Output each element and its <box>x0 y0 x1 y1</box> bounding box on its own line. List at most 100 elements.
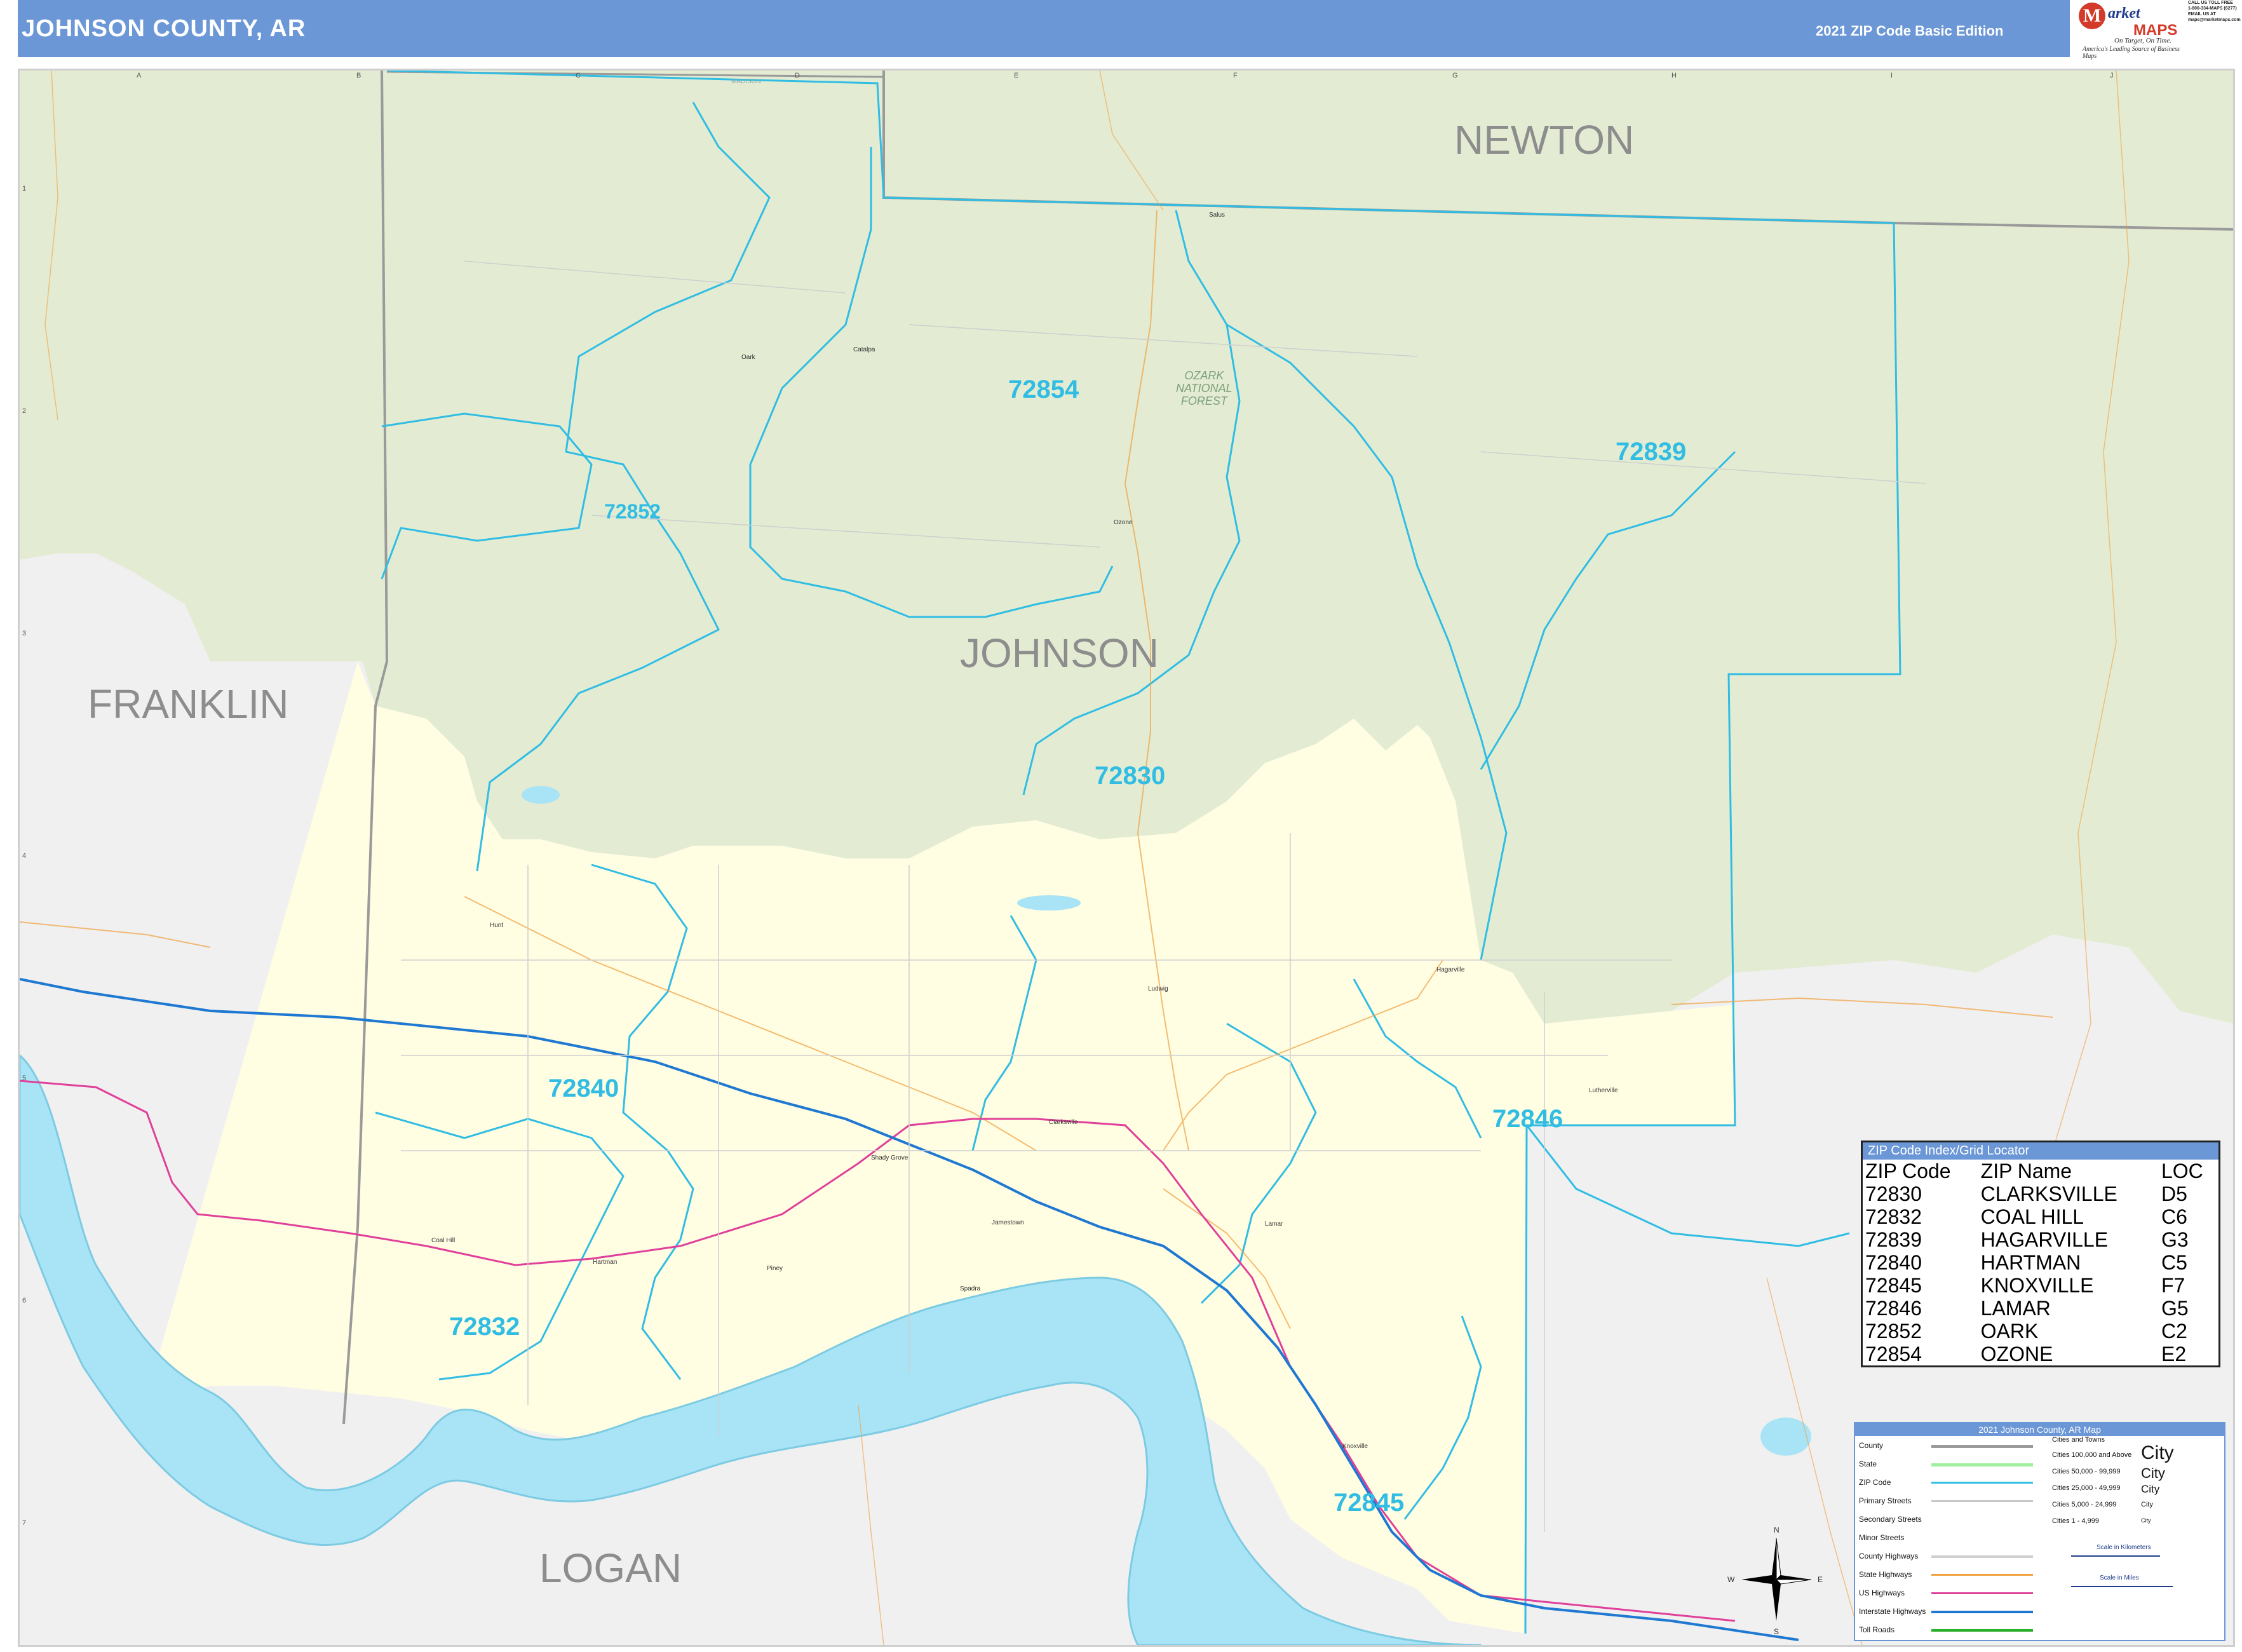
market-maps-logo: M arket MAPS On Target, On Time. America… <box>2070 0 2184 60</box>
place-jamestown: Jamestown <box>992 1219 1024 1226</box>
legend-swatch-interstate <box>1931 1611 2033 1613</box>
grid-col-label: E <box>1014 72 1019 79</box>
compass-rose-icon <box>1741 1538 1812 1621</box>
grid-col-label: G <box>1452 72 1458 79</box>
zip-code-cell: 72852 <box>1865 1320 1922 1343</box>
place-lamar: Lamar <box>1265 1221 1283 1228</box>
grid-row-label: 7 <box>22 1519 27 1527</box>
county-label-newton: NEWTON <box>1454 117 1635 163</box>
zip-loc-cell: G5 <box>2161 1297 2189 1320</box>
legend-swatch-primary <box>1931 1500 2033 1502</box>
zip-loc-cell: F7 <box>2161 1274 2185 1297</box>
forest-label: OZARK NATIONAL FOREST <box>1176 369 1232 407</box>
zip-loc-cell: C2 <box>2161 1320 2187 1343</box>
zip-label-72830: 72830 <box>1095 762 1166 790</box>
zip-label-72839: 72839 <box>1616 438 1687 466</box>
zip-index-title: ZIP Code Index/Grid Locator <box>1863 1142 2218 1160</box>
place-salus: Salus <box>1209 212 1226 219</box>
grid-col-label: D <box>795 72 800 79</box>
logo-subtagline: America's Leading Source of Business Map… <box>2083 46 2180 60</box>
legend-city-sample: City <box>2141 1442 2174 1463</box>
zip-loc-cell: C6 <box>2161 1205 2187 1228</box>
legend-city-class: Cities 100,000 and Above <box>2052 1451 2132 1459</box>
legend-swatch-state <box>1931 1463 2033 1466</box>
legend-item: Toll Roads <box>1859 1625 1895 1634</box>
legend-city-sample: City <box>2141 1465 2165 1481</box>
forest-label-line: NATIONAL <box>1176 382 1232 395</box>
zip-code-cell: 72846 <box>1865 1297 1922 1320</box>
map-legend: 2021 Johnson County, AR Map County State… <box>1854 1422 2225 1641</box>
table-row: 72830 CLARKSVILLE D5 <box>1863 1182 2218 1205</box>
zip-label-72840: 72840 <box>548 1074 619 1102</box>
legend-swatch-state-hwy <box>1931 1574 2033 1576</box>
lake-ludwig <box>1017 895 1081 911</box>
place-spadra: Spadra <box>960 1285 981 1292</box>
grid-col-label: J <box>2110 72 2114 79</box>
logo-m-icon: M <box>2079 3 2105 29</box>
zip-label-72832: 72832 <box>449 1313 520 1341</box>
contact-line: EMAIL US AT <box>2188 12 2216 17</box>
zip-label-72852: 72852 <box>604 500 661 523</box>
map-canvas[interactable]: A B C D E F G H I J 1 2 3 4 5 6 7 NEWTON… <box>18 69 2235 1647</box>
pond <box>522 786 560 804</box>
legend-cities-title: Cities and Towns <box>2052 1436 2105 1444</box>
contact-line: CALL US TOLL FREE <box>2188 1 2233 5</box>
grid-col-label: H <box>1671 72 1677 79</box>
legend-scale-km: Scale in Kilometers <box>2097 1544 2151 1551</box>
zip-loc-cell: D5 <box>2161 1182 2187 1205</box>
zip-index-col-header: ZIP Name <box>1980 1160 2072 1182</box>
grid-row-label: 3 <box>22 630 27 637</box>
place-oark: Oark <box>741 354 755 361</box>
grid-row-label: 6 <box>22 1297 27 1304</box>
compass-e: E <box>1818 1575 1823 1584</box>
legend-item: County <box>1859 1441 1884 1450</box>
zip-name-cell: LAMAR <box>1980 1297 2051 1320</box>
legend-item: State <box>1859 1459 1877 1468</box>
legend-item: Interstate Highways <box>1859 1607 1926 1616</box>
legend-item: ZIP Code <box>1859 1478 1891 1487</box>
table-row: 72845 KNOXVILLE F7 <box>1863 1274 2218 1297</box>
table-row: 72832 COAL HILL C6 <box>1863 1205 2218 1228</box>
grid-row-label: 1 <box>22 185 27 193</box>
table-row: 72852 OARK C2 <box>1863 1320 2218 1343</box>
zip-name-cell: CLARKSVILLE <box>1980 1182 2117 1205</box>
county-label-johnson: JOHNSON <box>960 630 1159 676</box>
table-row: 72854 OZONE E2 <box>1863 1343 2218 1365</box>
place-ozone: Ozone <box>1114 519 1133 526</box>
legend-city-class: Cities 25,000 - 49,999 <box>2052 1484 2121 1492</box>
contact-line: 1-800-334-MAPS (6277) <box>2188 6 2237 11</box>
legend-title: 2021 Johnson County, AR Map <box>1855 1423 2224 1436</box>
grid-col-label: F <box>1233 72 1238 79</box>
legend-swatch-county-hwy <box>1931 1555 2033 1558</box>
zip-name-cell: OZONE <box>1980 1343 2053 1365</box>
legend-item: State Highways <box>1859 1570 1912 1579</box>
legend-item: Primary Streets <box>1859 1496 1912 1505</box>
zip-index-header-row: ZIP Code ZIP Name LOC <box>1863 1160 2218 1182</box>
zip-code-cell: 72845 <box>1865 1274 1922 1297</box>
compass-w: W <box>1727 1575 1735 1584</box>
place-piney: Piney <box>767 1265 783 1272</box>
zip-code-cell: 72830 <box>1865 1182 1922 1205</box>
zip-loc-cell: C5 <box>2161 1251 2187 1274</box>
compass-n: N <box>1774 1526 1779 1534</box>
county-label-franklin: FRANKLIN <box>88 681 289 727</box>
table-row: 72839 HAGARVILLE G3 <box>1863 1228 2218 1251</box>
legend-item: US Highways <box>1859 1588 1905 1597</box>
table-row: 72846 LAMAR G5 <box>1863 1297 2218 1320</box>
grid-col-label: A <box>137 72 142 79</box>
table-row: 72840 HARTMAN C5 <box>1863 1251 2218 1274</box>
place-shady-grove: Shady Grove <box>871 1154 908 1161</box>
zip-name-cell: HAGARVILLE <box>1980 1228 2109 1251</box>
legend-swatch-county <box>1931 1445 2033 1448</box>
zip-name-cell: OARK <box>1980 1320 2039 1343</box>
place-lutherville: Lutherville <box>1589 1087 1618 1094</box>
zip-name-cell: HARTMAN <box>1980 1251 2081 1274</box>
logo-tagline: On Target, On Time. <box>2114 37 2171 44</box>
grid-col-label: B <box>356 72 361 79</box>
logo-word-market: arket <box>2108 5 2140 22</box>
legend-city-sample: City <box>2141 1501 2153 1508</box>
place-hartman: Hartman <box>593 1259 618 1266</box>
zip-name-cell: COAL HILL <box>1980 1205 2084 1228</box>
legend-city-sample: City <box>2141 1517 2151 1524</box>
zip-loc-cell: E2 <box>2161 1343 2187 1365</box>
